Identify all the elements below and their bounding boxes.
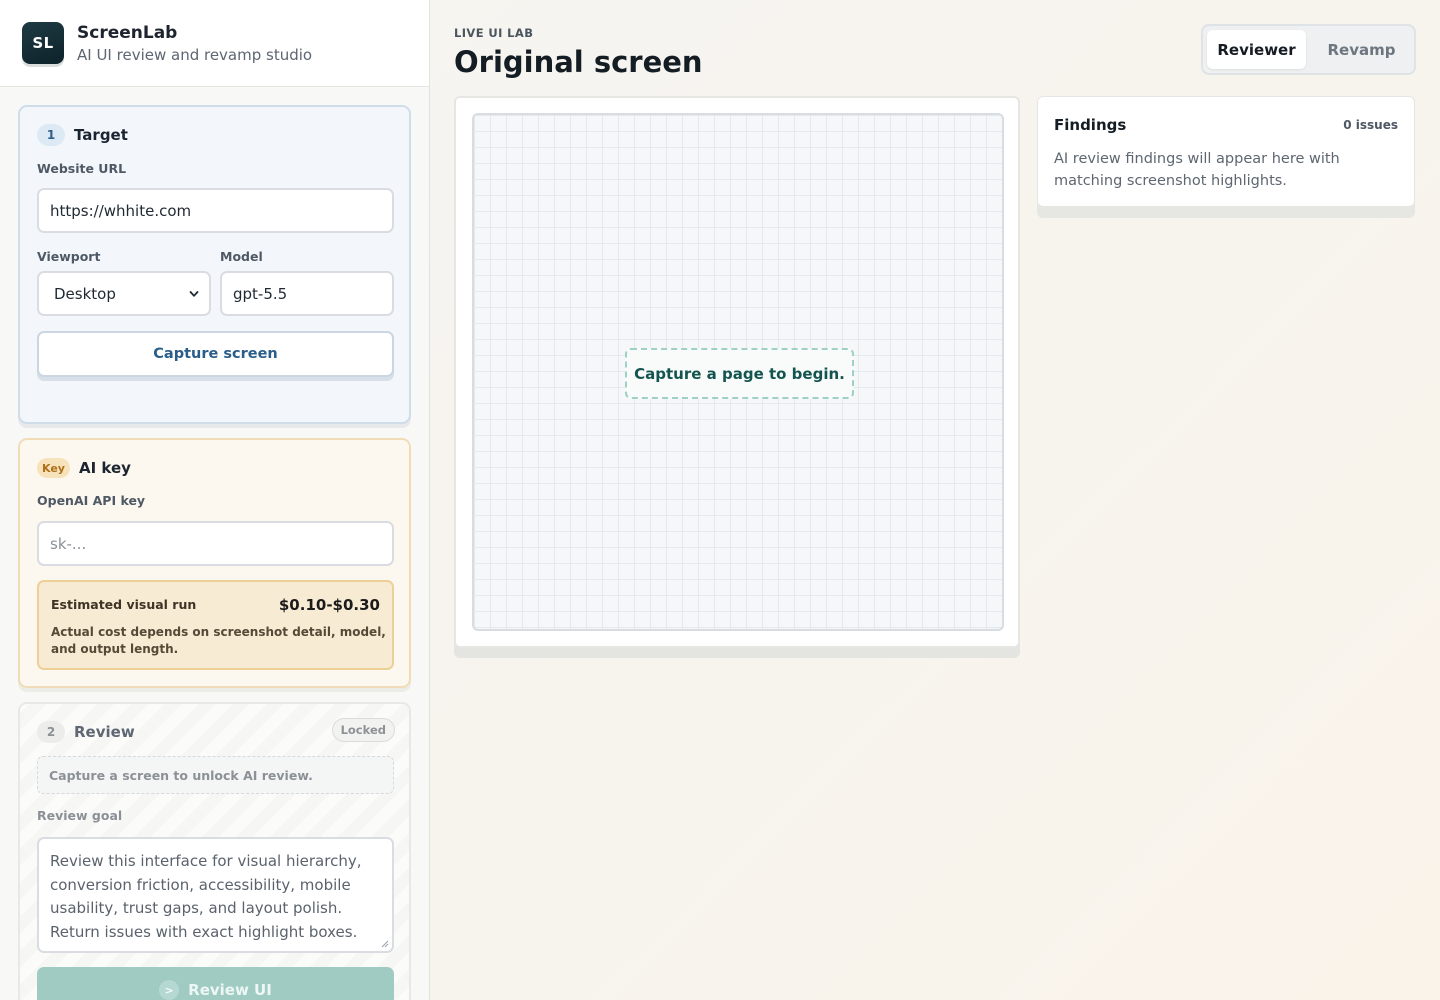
viewport-value: Desktop	[54, 284, 116, 303]
findings-count: 0 issues	[1343, 118, 1398, 132]
model-input[interactable]: gpt-5.5	[220, 271, 394, 316]
cost-estimate: Estimated visual run $0.10-$0.30 Actual …	[37, 580, 394, 670]
step-badge: 1	[37, 124, 65, 146]
review-goal-text: Review this interface for visual hierarc…	[50, 852, 362, 941]
viewport-label: Viewport	[37, 249, 101, 264]
target-card: 1 Target Website URL https://whhite.com …	[18, 105, 411, 424]
page-title: Original screen	[454, 45, 703, 79]
step-badge: 2	[37, 721, 65, 743]
mode-switch: Reviewer Revamp	[1201, 24, 1416, 75]
findings-empty-note: AI review findings will appear here with…	[1054, 151, 1340, 189]
api-key-input[interactable]: sk-...	[37, 521, 394, 566]
review-goal-label: Review goal	[37, 808, 123, 823]
viewport-select[interactable]: Desktop	[37, 271, 211, 316]
logo: SL	[22, 22, 64, 64]
locked-badge: Locked	[331, 718, 395, 742]
ai-key-title: AI key	[78, 459, 131, 477]
tab-revamp[interactable]: Revamp	[1311, 30, 1412, 69]
screenshot-canvas: Capture a page to begin.	[472, 113, 1004, 631]
estimate-label: Estimated visual run	[51, 597, 197, 612]
eyebrow: LIVE UI LAB	[454, 26, 534, 40]
sidebar: SL ScreenLab AI UI review and revamp stu…	[0, 0, 430, 1000]
screen-preview-panel: Capture a page to begin.	[454, 96, 1020, 648]
review-card: 2 Review Locked Capture a screen to unlo…	[18, 702, 411, 1000]
unlock-note: Capture a screen to unlock AI review.	[37, 756, 394, 794]
model-label: Model	[220, 249, 263, 264]
target-title: Target	[74, 126, 128, 144]
review-ui-label: Review UI	[188, 981, 272, 999]
app-name: ScreenLab	[77, 22, 178, 43]
estimate-value: $0.10-$0.30	[278, 596, 380, 614]
app-tagline: AI UI review and revamp studio	[77, 45, 313, 64]
url-input[interactable]: https://whhite.com	[37, 188, 394, 233]
findings-title: Findings	[1054, 116, 1127, 134]
resize-handle-icon[interactable]	[380, 939, 389, 948]
findings-panel: Findings 0 issues AI review findings wil…	[1037, 96, 1415, 207]
chevron-down-icon	[189, 290, 199, 297]
estimate-note: Actual cost depends on screenshot detail…	[51, 625, 386, 656]
brand-header: SL ScreenLab AI UI review and revamp stu…	[0, 0, 429, 87]
review-ui-button[interactable]: > Review UI	[37, 967, 394, 1000]
tab-reviewer[interactable]: Reviewer	[1207, 30, 1306, 69]
key-badge: Key	[37, 458, 70, 478]
play-icon: >	[159, 980, 180, 1000]
ai-key-card: Key AI key OpenAI API key sk-... Estimat…	[18, 438, 411, 688]
url-label: Website URL	[37, 161, 127, 176]
review-title: Review	[74, 723, 135, 741]
review-goal-textarea[interactable]: Review this interface for visual hierarc…	[37, 837, 394, 953]
empty-state: Capture a page to begin.	[625, 348, 854, 399]
capture-screen-button[interactable]: Capture screen	[37, 331, 394, 377]
api-key-label: OpenAI API key	[37, 493, 146, 508]
